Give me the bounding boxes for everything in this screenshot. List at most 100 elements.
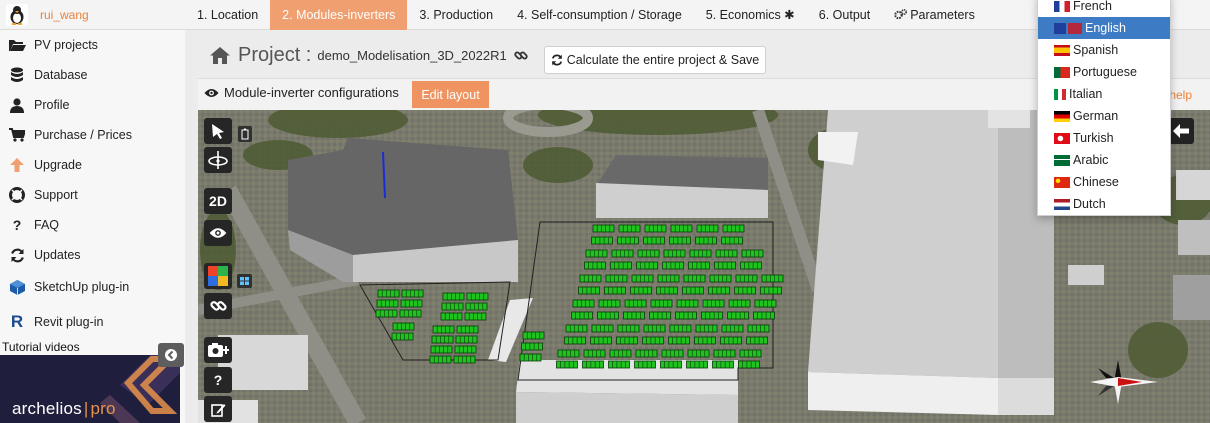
help-tool-button[interactable]: ?: [204, 367, 232, 393]
language-option-dutch[interactable]: Dutch: [1038, 193, 1170, 215]
solar-panel: [643, 324, 666, 333]
sidebar-item-purchase[interactable]: Purchase / Prices: [0, 120, 185, 150]
solar-panel: [399, 309, 422, 318]
tab-location[interactable]: 1. Location: [185, 0, 270, 30]
tab-parameters[interactable]: Parameters: [882, 0, 987, 30]
solar-panel: [715, 249, 738, 258]
language-option-portuguese[interactable]: Portuguese: [1038, 61, 1170, 83]
language-label: Arabic: [1073, 153, 1109, 167]
language-option-turkish[interactable]: Turkish: [1038, 127, 1170, 149]
help-link[interactable]: help: [1169, 88, 1192, 102]
solar-panel: [670, 224, 693, 233]
solar-panel: [761, 274, 784, 283]
solar-panel: [739, 349, 762, 358]
solar-panel: [610, 261, 632, 270]
solar-panel: [578, 286, 600, 295]
solar-panel: [466, 292, 489, 301]
language-option-spanish[interactable]: Spanish: [1038, 39, 1170, 61]
sidebar-item-updates[interactable]: Updates: [0, 240, 185, 270]
solar-panel: [721, 324, 744, 333]
solar-panel: [465, 302, 488, 311]
sidebar-item-support[interactable]: Support: [0, 180, 185, 210]
language-option-german[interactable]: German: [1038, 105, 1170, 127]
screenshot-button[interactable]: [204, 337, 232, 363]
back-button[interactable]: [1168, 118, 1194, 144]
calculate-project-button[interactable]: Calculate the entire project & Save: [544, 46, 766, 74]
solar-panel: [611, 249, 634, 258]
solar-panel: [608, 360, 630, 369]
link-icon[interactable]: [514, 49, 528, 63]
sidebar-item-pv-projects[interactable]: PV projects: [0, 30, 185, 60]
solar-panel: [696, 224, 719, 233]
flag-es-icon: [1054, 44, 1070, 56]
solar-panel: [623, 311, 645, 320]
tutorial-videos-label: Tutorial videos: [2, 340, 80, 354]
sidebar-item-upgrade[interactable]: Upgrade: [0, 150, 185, 180]
2d-view-button[interactable]: 2D: [204, 188, 232, 214]
sidebar: PV projects Database Profile Purchase / …: [0, 30, 185, 423]
solar-panel: [663, 249, 686, 258]
language-label: Chinese: [1073, 175, 1119, 189]
solar-panel: [683, 274, 706, 283]
edit-layout-button[interactable]: Edit layout: [412, 81, 489, 108]
tab-economics[interactable]: 5. Economics ✱: [694, 0, 807, 30]
sidebar-item-label: PV projects: [34, 38, 98, 52]
tab-output[interactable]: 6. Output: [807, 0, 882, 30]
solar-panel: [728, 299, 751, 308]
sidebar-item-database[interactable]: Database: [0, 60, 185, 90]
tab-modules-inverters[interactable]: 2. Modules-inverters: [270, 0, 408, 30]
tutorial-video-thumbnail[interactable]: archelios | pro: [0, 355, 180, 423]
language-option-french[interactable]: French: [1038, 0, 1170, 17]
language-option-chinese[interactable]: Chinese: [1038, 171, 1170, 193]
language-option-arabic[interactable]: Arabic: [1038, 149, 1170, 171]
flag-cn-icon: [1054, 176, 1070, 188]
solar-panel: [675, 311, 697, 320]
question-icon: ?: [12, 217, 22, 233]
solar-panel: [668, 336, 690, 345]
user-name[interactable]: rui_wang: [40, 8, 89, 22]
sidebar-item-label: Database: [34, 68, 88, 82]
sidebar-item-label: Upgrade: [34, 158, 82, 172]
tab-label: 2. Modules-inverters: [282, 8, 396, 22]
language-label: Portuguese: [1073, 65, 1137, 79]
sidebar-item-faq[interactable]: ? FAQ: [0, 210, 185, 240]
sidebar-item-revit[interactable]: R Revit plug-in: [0, 307, 185, 337]
folder-open-icon: [0, 38, 34, 52]
battery-icon: [238, 126, 252, 142]
solar-panel: [734, 286, 756, 295]
tab-self-consumption[interactable]: 4. Self-consumption / Storage: [505, 0, 694, 30]
language-option-english[interactable]: English: [1038, 17, 1170, 39]
color-tool-button[interactable]: [204, 263, 232, 289]
link-tool-button[interactable]: [204, 293, 232, 319]
solar-panel: [754, 299, 777, 308]
step-tabs: 1. Location 2. Modules-inverters 3. Prod…: [185, 0, 987, 30]
arrow-left-circle-icon: [165, 349, 177, 361]
orbit-tool-button[interactable]: [204, 147, 232, 173]
select-tool-button[interactable]: [204, 118, 232, 144]
solar-panel: [714, 261, 736, 270]
tab-label: 4. Self-consumption / Storage: [517, 8, 682, 22]
user-menu[interactable]: rui_wang: [6, 3, 89, 27]
tab-label: 5. Economics: [705, 8, 781, 22]
tab-production[interactable]: 3. Production: [407, 0, 505, 30]
edit-icon: [210, 403, 225, 417]
sidebar-item-profile[interactable]: Profile: [0, 90, 185, 120]
building-bottom: [516, 360, 738, 423]
eye-icon: [204, 88, 219, 97]
solar-panel: [456, 325, 479, 334]
color-palette-icon: [208, 266, 228, 286]
sidebar-item-label: FAQ: [34, 218, 60, 232]
solar-panel: [713, 349, 736, 358]
solar-panel: [454, 345, 477, 354]
visibility-tool-button[interactable]: [204, 220, 232, 246]
solar-panel: [592, 224, 615, 233]
arrow-left-icon: [1173, 124, 1189, 138]
collapse-sidebar-button[interactable]: [158, 343, 184, 367]
language-option-italian[interactable]: Italian: [1038, 83, 1170, 105]
sidebar-item-sketchup[interactable]: SketchUp plug-in: [0, 272, 185, 302]
solar-panel: [401, 289, 424, 298]
solar-panel: [597, 311, 619, 320]
solar-panel: [519, 353, 542, 362]
solar-panel: [687, 349, 710, 358]
edit-tool-button[interactable]: [204, 396, 232, 422]
